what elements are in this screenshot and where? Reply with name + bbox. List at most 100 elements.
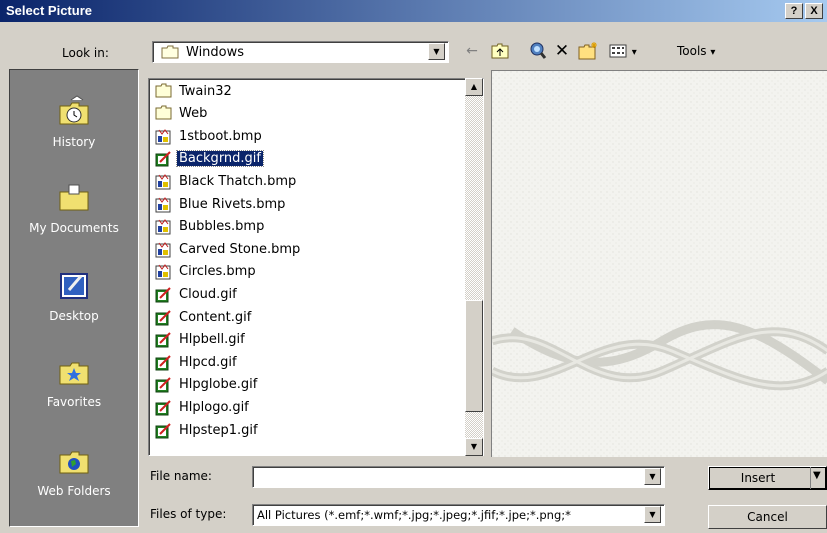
bmp-file-icon [155,128,172,145]
gif-file-icon [155,354,172,371]
file-name: Content.gif [179,309,252,325]
views-button[interactable]: ▾ [603,40,643,62]
window-title: Select Picture [6,3,92,18]
file-name: Blue Rivets.bmp [179,196,286,212]
chevron-down-icon[interactable]: ▼ [428,43,445,60]
place-my-documents[interactable]: My Documents [10,180,138,235]
place-favorites[interactable]: Favorites [10,354,138,409]
file-list-scrollbar[interactable]: ▲ ▼ [465,78,483,456]
file-name: 1stboot.bmp [179,128,262,144]
gif-file-icon [155,286,172,303]
place-desktop[interactable]: Desktop [10,268,138,323]
file-type-label: Files of type: [150,507,226,521]
file-list-item[interactable]: Cloud.gif [155,283,239,305]
up-folder-icon[interactable] [488,40,512,62]
file-name-label-text: File name: [150,469,212,483]
look-in-value: Windows [186,45,245,60]
file-name: Cloud.gif [179,286,237,302]
views-dropdown-icon: ▾ [631,47,637,58]
file-name: Hlpbell.gif [179,332,245,348]
folder-icon [155,83,172,100]
tools-menu-label: Tools [677,44,707,58]
place-history[interactable]: History [10,94,138,149]
gif-file-icon [155,331,172,348]
folder-icon [161,45,179,59]
bmp-file-icon [155,173,172,190]
place-label: Web Folders [37,484,111,498]
back-icon[interactable]: ← [460,40,484,62]
cancel-label: Cancel [747,510,788,524]
file-list-item[interactable]: Hlpglobe.gif [155,374,259,396]
file-list-item[interactable]: Bubbles.bmp [155,216,266,238]
insert-split-divider [810,467,811,489]
file-list-item[interactable]: Hlpstep1.gif [155,419,260,441]
gif-file-icon [155,376,172,393]
file-list-item[interactable]: Hlplogo.gif [155,396,251,418]
file-name: Bubbles.bmp [179,219,265,235]
file-list-item[interactable]: Carved Stone.bmp [155,238,302,260]
file-name: Black Thatch.bmp [179,173,297,189]
file-list-item[interactable]: Content.gif [155,306,253,328]
file-name: Hlpglobe.gif [179,377,258,393]
scroll-down-icon[interactable]: ▼ [465,438,483,456]
gif-file-icon [155,422,172,439]
place-label: History [52,135,96,149]
place-label: Favorites [46,395,102,409]
help-button[interactable]: ? [785,3,803,19]
insert-dropdown-icon[interactable]: ▼ [813,470,821,481]
search-web-icon[interactable] [525,40,549,62]
file-list-item[interactable]: Circles.bmp [155,261,258,283]
close-button[interactable]: X [805,3,823,19]
file-name: Circles.bmp [179,264,256,280]
gif-file-icon [155,150,172,167]
place-web-folders[interactable]: Web Folders [10,443,138,498]
favorites-icon [59,362,89,385]
place-label: Desktop [49,309,99,323]
file-name: Hlpstep1.gif [179,422,258,438]
scroll-thumb[interactable] [465,300,483,412]
file-list-item[interactable]: Backgrnd.gif [155,148,264,170]
gif-file-icon [155,309,172,326]
bmp-file-icon [155,218,172,235]
file-name-dropdown-icon[interactable]: ▼ [644,468,661,485]
my-documents-icon [59,184,89,211]
tools-menu[interactable]: Tools ▾ [677,44,715,58]
bmp-file-icon [155,263,172,280]
file-list-item[interactable]: Black Thatch.bmp [155,170,298,192]
preview-pane [491,70,827,457]
cancel-button[interactable]: Cancel [708,505,827,529]
file-name: Carved Stone.bmp [179,241,301,257]
file-list-item[interactable]: Hlpcd.gif [155,351,239,373]
file-list-item[interactable]: Hlpbell.gif [155,329,247,351]
preview-image [492,71,827,457]
look-in-label-text: Look in: [62,46,109,60]
web-folders-icon [59,451,89,474]
file-type-dropdown-icon[interactable]: ▼ [644,506,661,523]
file-name-field[interactable]: ▼ [252,466,665,488]
file-list[interactable]: Twain32 Web 1stboot.bmp Backgrnd.gif Black T… [148,78,484,456]
file-list-item[interactable]: 1stboot.bmp [155,125,264,147]
bmp-file-icon [155,196,172,213]
history-icon [59,95,89,125]
file-name: Web [179,106,208,122]
bmp-file-icon [155,241,172,258]
place-label: My Documents [29,221,119,235]
scroll-up-icon[interactable]: ▲ [465,78,483,96]
file-name-label: File name: [150,469,212,483]
desktop-icon [60,273,88,299]
file-list-item[interactable]: Twain32 [155,80,234,102]
insert-button[interactable]: Insert ▼ [708,466,827,490]
file-list-item[interactable]: Web [155,103,209,125]
title-bar[interactable] [0,0,827,22]
delete-icon[interactable]: ✕ [551,40,573,62]
new-folder-icon[interactable] [576,40,600,62]
file-type-value: All Pictures (*.emf;*.wmf;*.jpg;*.jpeg;*… [257,508,571,522]
tools-dropdown-icon: ▾ [710,47,716,58]
folder-icon [155,105,172,122]
file-list-item[interactable]: Blue Rivets.bmp [155,193,287,215]
file-name: Hlplogo.gif [179,399,249,415]
look-in-combo[interactable]: Windows ▼ [152,41,449,63]
file-type-select[interactable]: All Pictures (*.emf;*.wmf;*.jpg;*.jpeg;*… [252,504,665,526]
gif-file-icon [155,399,172,416]
file-name: Hlpcd.gif [179,354,237,370]
